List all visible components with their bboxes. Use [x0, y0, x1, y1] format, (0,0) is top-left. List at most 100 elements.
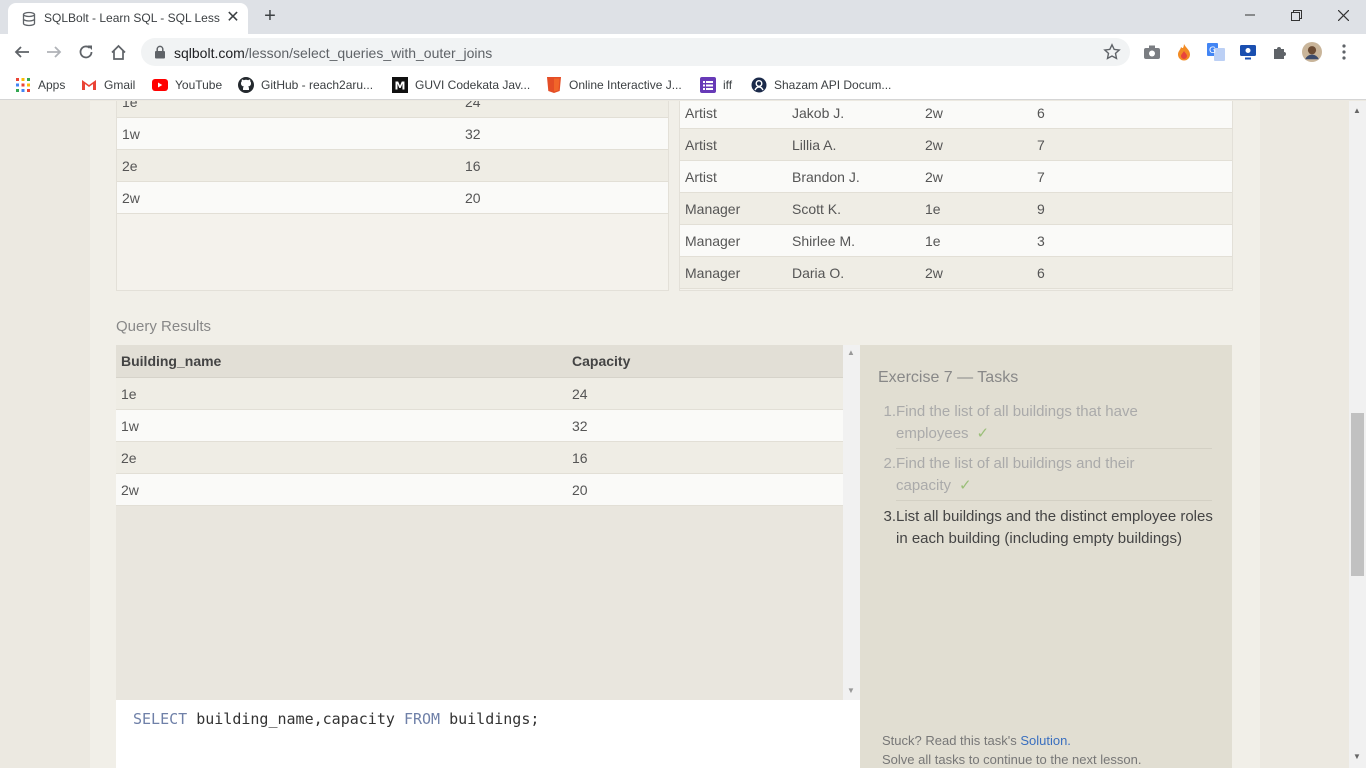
minimize-icon[interactable] — [1227, 0, 1273, 30]
results-scrollbar[interactable]: ▲ ▼ — [843, 345, 860, 700]
table-cell: 2w — [121, 482, 139, 498]
new-tab-button[interactable]: + — [259, 5, 281, 27]
table-cell: 32 — [465, 126, 481, 142]
solution-link[interactable]: Solution. — [1020, 733, 1071, 748]
restore-icon[interactable] — [1273, 0, 1319, 30]
table-cell: 1e — [925, 233, 941, 249]
table-cell: Artist — [685, 137, 717, 153]
task-text-label: Find the list of all buildings and their… — [896, 455, 1135, 494]
camera-icon[interactable] — [1142, 42, 1162, 62]
svg-text:G: G — [1209, 46, 1216, 56]
table-cell: Jakob J. — [792, 105, 845, 121]
tab-close-icon[interactable]: ✕ — [224, 9, 242, 27]
stuck-hint: Stuck? Read this task's Solution. — [882, 733, 1071, 748]
scroll-up-arrow-icon[interactable]: ▲ — [847, 348, 855, 357]
bookmark-label: Apps — [38, 78, 66, 92]
medium-icon: M — [392, 77, 408, 93]
table-cell: 2w — [122, 190, 140, 206]
back-arrow-icon[interactable] — [8, 38, 36, 66]
task-divider — [896, 500, 1212, 501]
bookmark-star-icon[interactable] — [1103, 43, 1121, 61]
table-cell: Artist — [685, 169, 717, 185]
bookmark-apps[interactable]: Apps — [15, 75, 65, 95]
table-row: 2w 20 — [117, 182, 668, 214]
url-text: sqlbolt.com/lesson/select_queries_with_o… — [174, 45, 492, 61]
table-row: 1e 24 — [116, 378, 843, 410]
scroll-down-arrow-icon[interactable]: ▼ — [1353, 752, 1361, 761]
table-cell: 16 — [572, 450, 588, 466]
rapidapi-icon — [751, 77, 767, 93]
task-text-label: Find the list of all buildings that have… — [896, 403, 1138, 442]
scroll-up-arrow-icon[interactable]: ▲ — [1353, 106, 1361, 115]
table-row: Manager Daria O. 2w 6 — [680, 257, 1232, 289]
table-cell: 1e — [121, 386, 137, 402]
table-row: 1w 32 — [116, 410, 843, 442]
table-cell: 9 — [1037, 201, 1045, 217]
table-row: Manager Scott K. 1e 9 — [680, 193, 1232, 225]
reload-icon[interactable] — [72, 38, 100, 66]
employees-table: Artist Jakob J. 2w 6 Artist Lillia A. 2w… — [679, 101, 1233, 291]
page-scrollbar[interactable]: ▲ ▼ — [1349, 101, 1366, 768]
home-icon[interactable] — [104, 38, 132, 66]
stuck-text: Stuck? Read this task's — [882, 733, 1021, 748]
forward-arrow-icon[interactable] — [40, 38, 68, 66]
close-icon[interactable] — [1320, 0, 1366, 30]
profile-avatar[interactable] — [1302, 42, 1322, 62]
table-cell: Manager — [685, 233, 741, 249]
database-icon — [22, 11, 36, 27]
sql-editor[interactable]: SELECT building_name,capacity FROM build… — [116, 700, 860, 768]
task-item: 2. Find the list of all buildings and th… — [878, 453, 1218, 497]
checkmark-icon: ✓ — [959, 477, 972, 494]
tab-strip: SQLBolt - Learn SQL - SQL Lesso ✕ + — [0, 0, 1366, 34]
column-header: Building_name — [121, 353, 222, 369]
task-text: List all buildings and the distinct empl… — [896, 508, 1213, 547]
table-cell: 24 — [465, 101, 481, 110]
menu-dots-icon[interactable] — [1334, 42, 1354, 62]
table-cell: Daria O. — [792, 265, 845, 281]
table-cell: 2w — [925, 137, 943, 153]
table-cell: Manager — [685, 265, 741, 281]
table-cell: 20 — [465, 190, 481, 206]
bookmark-shazam[interactable]: Shazam API Docum... — [751, 75, 891, 95]
table-row: Artist Jakob J. 2w 6 — [680, 101, 1232, 129]
bookmark-guvi[interactable]: M GUVI Codekata Jav... — [392, 75, 530, 95]
bookmark-iff[interactable]: iff — [700, 75, 732, 95]
table-row: 2w 20 — [116, 474, 843, 506]
browser-tab[interactable]: SQLBolt - Learn SQL - SQL Lesso ✕ — [8, 3, 248, 34]
query-results-table: Building_name Capacity 1e 24 1w 32 2e 16… — [116, 345, 843, 700]
gmail-icon — [81, 77, 97, 93]
table-row: 2e 16 — [116, 442, 843, 474]
table-cell: 32 — [572, 418, 588, 434]
table-cell: Scott K. — [792, 201, 842, 217]
html5-icon — [546, 77, 562, 93]
fire-extension-icon[interactable] — [1174, 42, 1194, 62]
exercise-title: Exercise 7 — Tasks — [878, 369, 1019, 386]
exercise-panel: Exercise 7 — Tasks 1. Find the list of a… — [860, 345, 1232, 768]
screen-record-icon[interactable] — [1238, 42, 1258, 62]
table-cell: 2w — [925, 169, 943, 185]
address-bar[interactable]: sqlbolt.com/lesson/select_queries_with_o… — [141, 38, 1130, 66]
table-cell: Artist — [685, 105, 717, 121]
bookmark-online-interactive[interactable]: Online Interactive J... — [546, 75, 682, 95]
bookmark-label: Shazam API Docum... — [774, 78, 892, 92]
bookmark-youtube[interactable]: YouTube — [152, 75, 222, 95]
sql-table: buildings; — [440, 710, 540, 728]
table-cell: 1e — [925, 201, 941, 217]
solve-hint: Solve all tasks to continue to the next … — [882, 752, 1142, 767]
table-cell: 24 — [572, 386, 588, 402]
scroll-down-arrow-icon[interactable]: ▼ — [847, 686, 855, 695]
translate-icon[interactable]: G — [1206, 42, 1226, 62]
puzzle-icon[interactable] — [1270, 42, 1290, 62]
tab-title: SQLBolt - Learn SQL - SQL Lesso — [44, 11, 220, 25]
table-cell: 6 — [1037, 265, 1045, 281]
table-row: Artist Lillia A. 2w 7 — [680, 129, 1232, 161]
task-divider — [896, 448, 1212, 449]
table-cell: 2e — [122, 158, 138, 174]
bookmark-github[interactable]: GitHub - reach2aru... — [238, 75, 373, 95]
bookmark-gmail[interactable]: Gmail — [81, 75, 135, 95]
scrollbar-thumb[interactable] — [1351, 413, 1364, 576]
youtube-icon — [152, 77, 168, 93]
table-cell: 3 — [1037, 233, 1045, 249]
url-domain: sqlbolt.com — [174, 45, 245, 61]
table-cell: 2w — [925, 105, 943, 121]
